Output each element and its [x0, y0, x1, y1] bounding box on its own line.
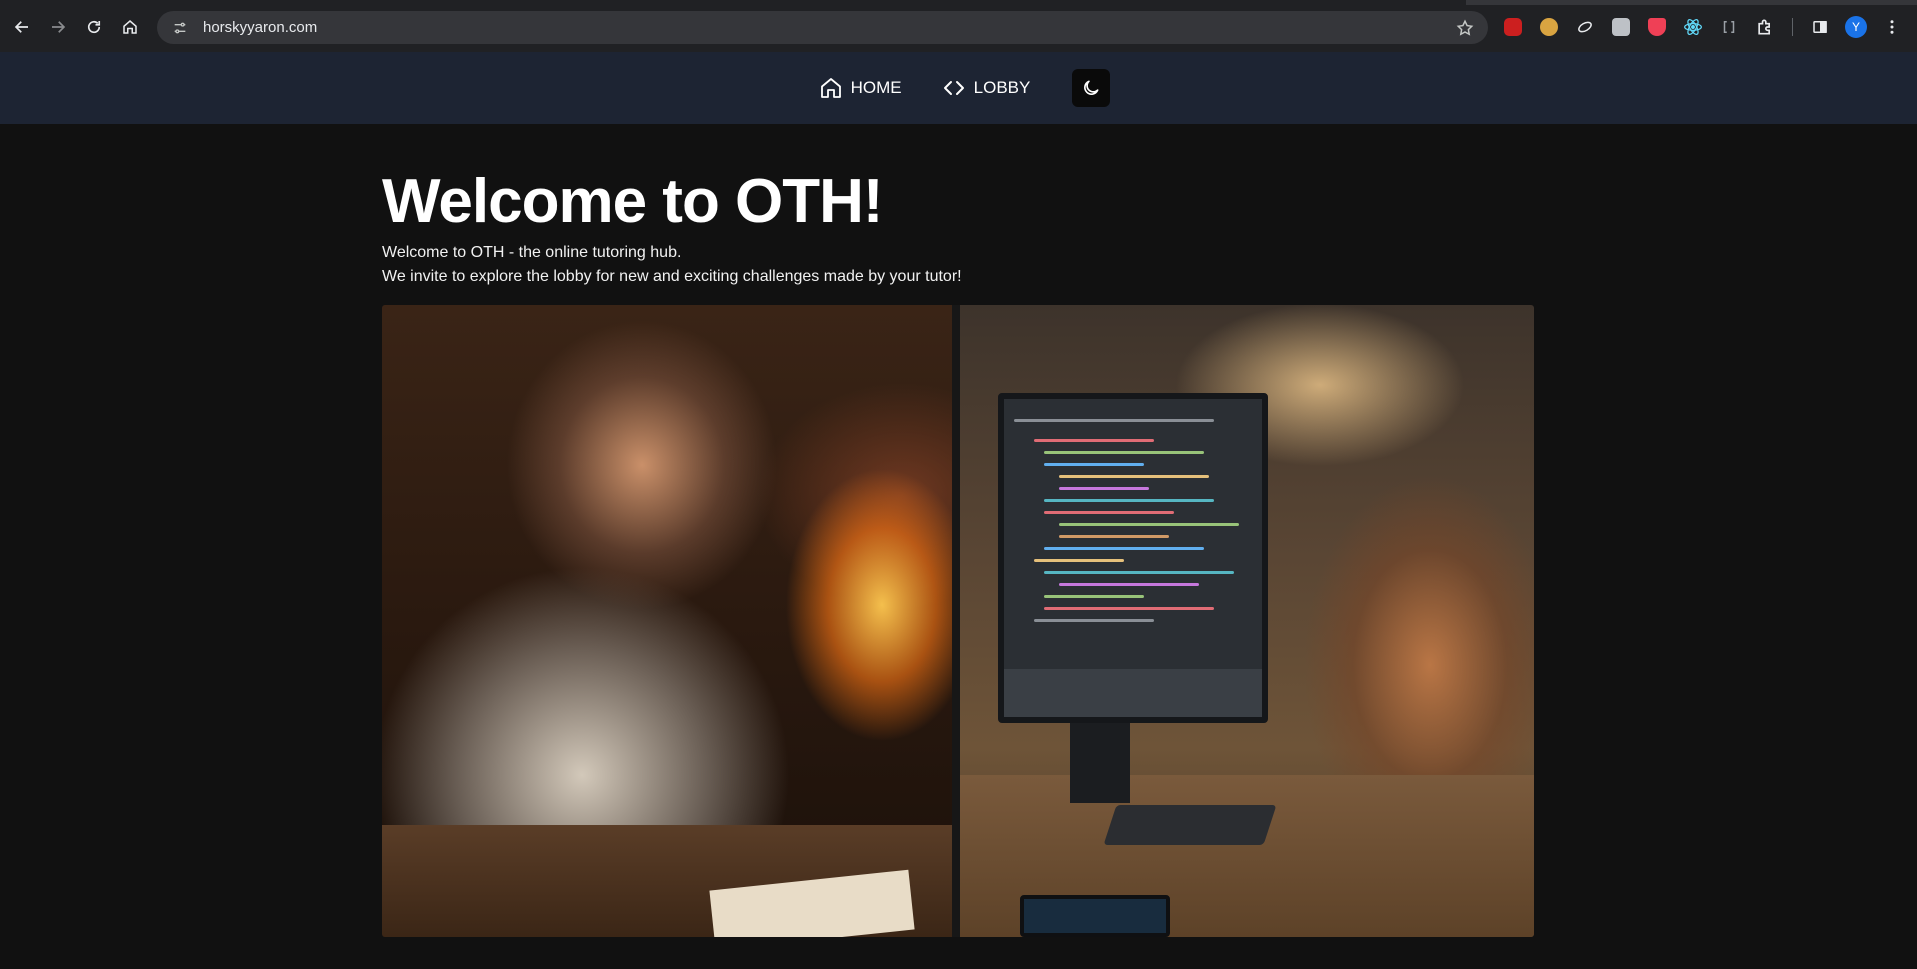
home-icon — [820, 78, 841, 98]
keyboard — [1103, 805, 1277, 845]
toolbar-separator — [1792, 18, 1793, 36]
image-ext-icon[interactable] — [1608, 14, 1634, 40]
reload-button[interactable] — [76, 9, 112, 45]
home-icon — [123, 20, 137, 34]
forward-button[interactable] — [40, 9, 76, 45]
active-tab[interactable] — [0, 0, 1466, 5]
menu-kebab-icon[interactable] — [1879, 14, 1905, 40]
nav-home-label: HOME — [850, 78, 902, 97]
profile-avatar[interactable]: Y — [1843, 14, 1869, 40]
tab-strip — [0, 0, 1917, 5]
hero-image-divider — [952, 305, 960, 937]
site-navbar: HOME LOBBY — [0, 52, 1917, 124]
puzzle-icon[interactable] — [1752, 14, 1778, 40]
back-button[interactable] — [4, 9, 40, 45]
moon-icon — [1084, 80, 1099, 95]
nav-home-link[interactable]: HOME — [807, 68, 914, 108]
hero-image-tutor-panel — [382, 305, 952, 937]
arrow-right-icon — [52, 21, 66, 33]
theme-toggle-button[interactable] — [1072, 69, 1111, 107]
face-ext-icon[interactable] — [1536, 14, 1562, 40]
hero-image-student-panel — [960, 305, 1534, 937]
css-ext-icon[interactable] — [1716, 14, 1742, 40]
pocket-icon[interactable] — [1644, 14, 1670, 40]
side-panel-icon[interactable] — [1807, 14, 1833, 40]
intro-text-line-2: We invite to explore the lobby for new a… — [382, 268, 962, 285]
arrow-left-icon — [14, 21, 28, 33]
intro-text-line-1: Welcome to OTH - the online tutoring hub… — [382, 244, 682, 261]
react-devtools-icon[interactable] — [1680, 14, 1706, 40]
reload-icon — [87, 20, 101, 34]
youtube-ext-icon[interactable] — [1500, 14, 1526, 40]
hero-image — [382, 305, 1534, 937]
site-info-icon[interactable] — [169, 17, 191, 39]
nav-lobby-link[interactable]: LOBBY — [930, 68, 1043, 108]
monitor-stand — [1070, 723, 1130, 803]
extensions-area: Y — [1500, 12, 1905, 42]
page-title: Welcome to OTH! — [382, 167, 884, 236]
monitor-with-code — [998, 393, 1268, 723]
nav-lobby-label: LOBBY — [973, 78, 1031, 97]
tablet — [1020, 895, 1170, 937]
address-bar[interactable]: horskyyaron.com — [157, 11, 1488, 44]
browser-toolbar: horskyyaron.com Y — [0, 0, 1917, 52]
comet-ext-icon[interactable] — [1572, 14, 1598, 40]
avatar: Y — [1845, 16, 1867, 38]
home-button[interactable] — [112, 9, 148, 45]
bookmark-star-icon[interactable] — [1454, 17, 1476, 39]
url-text[interactable]: horskyyaron.com — [203, 19, 317, 36]
code-icon — [943, 81, 964, 95]
main-content: Welcome to OTH! Welcome to OTH - the onl… — [382, 124, 1534, 937]
